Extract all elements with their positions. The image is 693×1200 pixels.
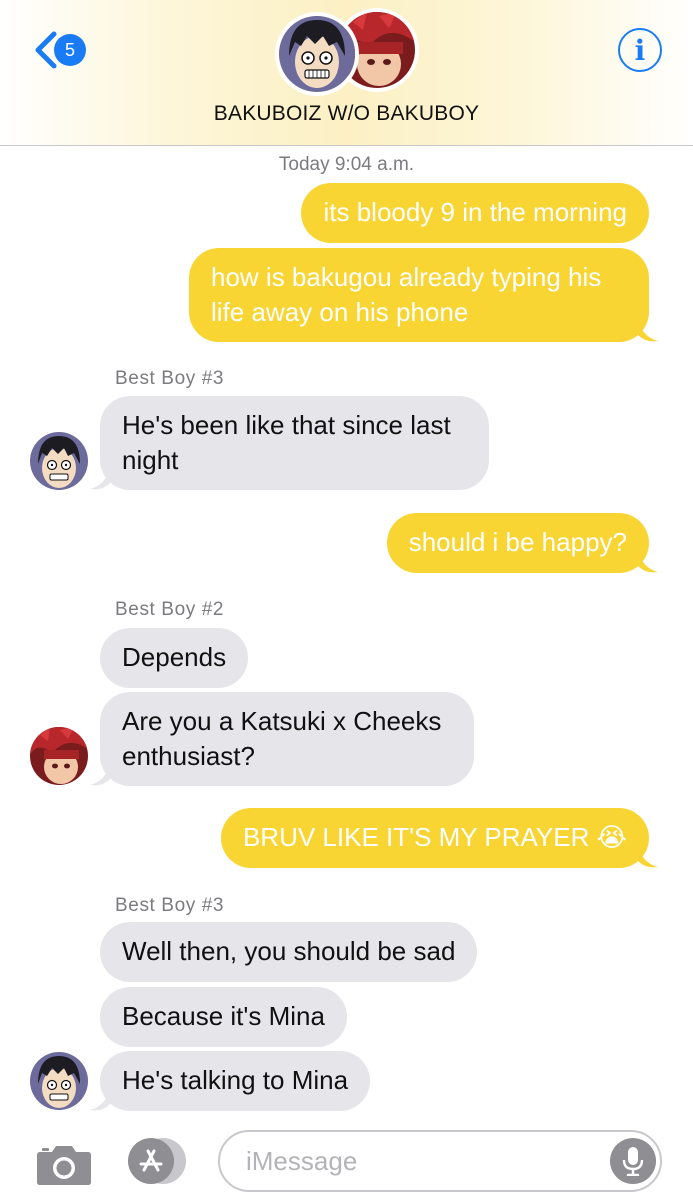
sender-name: Best Boy #2 (115, 599, 225, 620)
imessage-placeholder: iMessage (246, 1146, 358, 1176)
bubble-tail (638, 319, 658, 342)
dictation-button[interactable] (610, 1138, 656, 1184)
camera-button[interactable] (36, 1142, 92, 1186)
thread-timestamp: Today 9:04 a.m. (278, 154, 415, 175)
bubble-tail (90, 1088, 110, 1111)
avatar-best-boy-3[interactable] (30, 432, 88, 490)
outgoing-message-bubble[interactable]: its bloody 9 in the morning (301, 183, 649, 243)
info-icon: i (634, 33, 646, 67)
group-avatars[interactable] (275, 6, 425, 96)
bubble-tail (90, 763, 110, 786)
incoming-message-bubble[interactable]: He's talking to Mina (100, 1051, 371, 1111)
bubble-tail (638, 845, 658, 868)
avatar-best-boy-3[interactable] (30, 1052, 88, 1110)
microphone-icon (622, 1147, 644, 1176)
message-composer-bar: iMessage (0, 1120, 693, 1200)
incoming-message-bubble[interactable]: He's been like that since last night (100, 396, 489, 490)
bubble-tail (638, 550, 658, 573)
info-button[interactable]: i (618, 28, 662, 72)
sender-name: Best Boy #3 (115, 895, 225, 916)
incoming-message-bubble[interactable]: Well then, you should be sad (100, 922, 478, 982)
group-title[interactable]: BAKUBOIZ W/O BAKUBOY (0, 102, 693, 126)
imessage-input[interactable]: iMessage (218, 1130, 662, 1192)
incoming-message-bubble[interactable]: Are you a Katsuki x Cheeks enthusiast? (100, 692, 474, 786)
unread-count-badge: 5 (54, 34, 86, 66)
group-avatar-black-hair (275, 12, 359, 96)
outgoing-message-bubble[interactable]: how is bakugou already typing his life a… (189, 248, 649, 342)
bubble-tail (90, 467, 110, 490)
outgoing-message-bubble[interactable]: should i be happy? (386, 513, 649, 573)
incoming-message-bubble[interactable]: Because it's Mina (100, 987, 347, 1047)
incoming-message-bubble[interactable]: Depends (100, 628, 249, 688)
app-store-icon (128, 1138, 174, 1184)
app-store-button[interactable] (128, 1138, 188, 1184)
camera-icon (37, 1146, 91, 1185)
sender-name: Best Boy #3 (115, 368, 225, 389)
avatar-best-boy-2[interactable] (30, 727, 88, 785)
back-button[interactable]: 5 (24, 28, 94, 72)
outgoing-message-bubble[interactable]: BRUV LIKE IT'S MY PRAYER 😭 (220, 808, 649, 868)
conversation-header: 5 BAKUBOIZ W/O BAKUBOY i (0, 0, 693, 146)
